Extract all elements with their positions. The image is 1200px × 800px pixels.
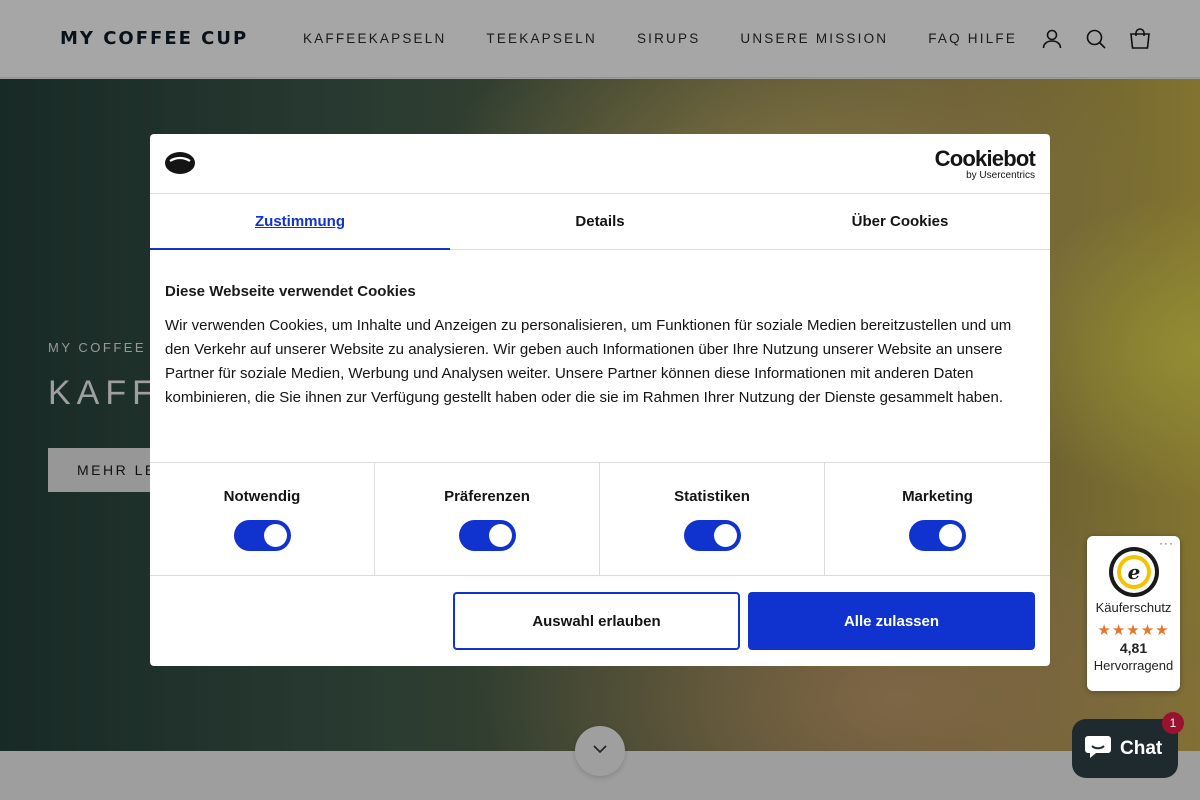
allow-all-button[interactable]: Alle zulassen — [748, 592, 1035, 650]
allow-selection-button[interactable]: Auswahl erlauben — [453, 592, 740, 650]
toggle-knob — [263, 524, 287, 547]
chat-button[interactable]: Chat — [1072, 719, 1178, 778]
rating-text: Hervorragend — [1093, 658, 1174, 673]
cookiebot-logo: Cookiebot — [934, 146, 1036, 171]
dialog-text: Wir verwenden Cookies, um Inhalte und An… — [165, 317, 1012, 406]
category-marketing: Marketing — [825, 463, 1050, 575]
cookiebot-byline: by Usercentrics — [966, 170, 1035, 181]
category-praeferenzen: Präferenzen — [375, 463, 600, 575]
trusted-shops-label: Käuferschutz — [1095, 600, 1172, 615]
category-label: Statistiken — [674, 488, 750, 505]
category-notwendig: Notwendig — [150, 463, 375, 575]
tab-details[interactable]: Details — [450, 194, 750, 249]
dialog-actions: Auswahl erlauben Alle zulassen — [150, 576, 1050, 665]
trusted-shops-seal-icon: e — [1108, 546, 1160, 598]
category-label: Notwendig — [223, 488, 301, 505]
category-label: Marketing — [902, 488, 973, 505]
toggle-praeferenzen[interactable] — [458, 520, 516, 551]
rating-stars: ★★★★★ — [1097, 622, 1170, 639]
toggle-knob — [713, 524, 737, 547]
svg-text:e: e — [1127, 560, 1140, 584]
dialog-heading: Diese Webseite verwendet Cookies — [165, 283, 416, 300]
toggle-marketing[interactable] — [909, 520, 966, 551]
rating-score: 4,81 — [1119, 640, 1148, 656]
tab-zustimmung[interactable]: Zustimmung — [150, 194, 450, 250]
toggle-knob — [488, 524, 512, 547]
chat-bubble-icon — [1084, 733, 1112, 765]
dialog-body: Diese Webseite verwendet Cookies Wir ver… — [150, 250, 1050, 463]
cookiebot-brand[interactable]: Cookiebot by Usercentrics — [934, 146, 1036, 181]
chat-notification-badge: 1 — [1162, 712, 1184, 734]
cookie-categories: Notwendig Präferenzen Statistiken Market… — [150, 463, 1050, 576]
toggle-notwendig[interactable] — [233, 520, 291, 551]
tab-ueber-cookies[interactable]: Über Cookies — [750, 194, 1050, 249]
toggle-knob — [939, 524, 962, 547]
cookie-logo-icon — [165, 152, 195, 179]
cookie-consent-dialog: Cookiebot by Usercentrics Zustimmung Det… — [150, 134, 1050, 666]
chat-label: Chat — [1120, 737, 1163, 759]
dialog-tabs: Zustimmung Details Über Cookies — [150, 194, 1050, 250]
more-options-icon[interactable]: ··· — [1159, 536, 1174, 550]
trusted-shops-badge[interactable]: ··· e Käuferschutz ★★★★★ 4,81 Hervorrage… — [1087, 536, 1180, 691]
category-label: Präferenzen — [444, 488, 530, 505]
category-statistiken: Statistiken — [600, 463, 825, 575]
dialog-header: Cookiebot by Usercentrics — [150, 134, 1050, 194]
toggle-statistiken[interactable] — [683, 520, 741, 551]
